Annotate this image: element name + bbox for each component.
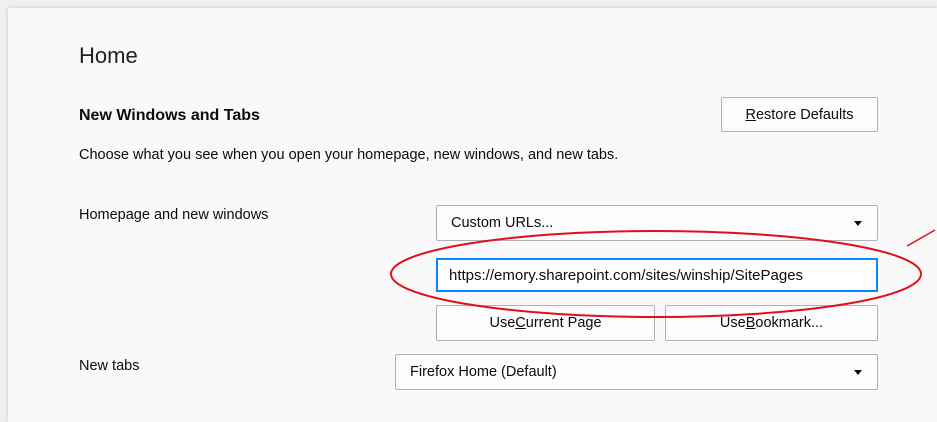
annotation-overlay	[390, 229, 936, 318]
annotation-ellipse	[390, 230, 922, 318]
annotation-pointer-line	[906, 229, 936, 247]
